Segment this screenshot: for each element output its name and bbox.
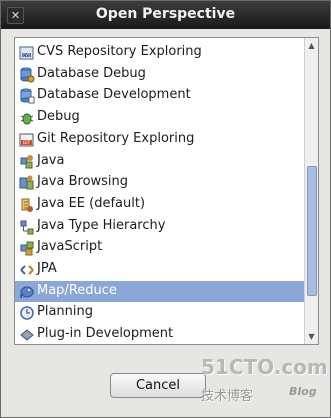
perspective-item-label: Map/Reduce <box>37 282 117 298</box>
vertical-scrollbar[interactable]: ▲ ▼ <box>304 38 318 344</box>
perspective-item[interactable]: Java <box>15 151 305 172</box>
cvs-repository-icon: CVS <box>19 45 35 61</box>
perspective-item[interactable]: Java Browsing <box>15 172 305 193</box>
perspective-item-label: JPA <box>37 261 57 276</box>
perspective-item-label: Java Type Hierarchy <box>37 217 166 233</box>
perspective-list[interactable]: CVS CVS Repository Exploring Database Debu… <box>14 37 319 345</box>
java-type-hierarchy-icon <box>19 219 35 235</box>
perspective-item[interactable]: Database Debug <box>15 64 305 85</box>
perspective-item[interactable]: Debug <box>15 107 305 128</box>
perspective-item[interactable]: Planning <box>15 302 305 323</box>
scroll-up-icon[interactable]: ▲ <box>306 40 317 51</box>
java-browsing-icon <box>19 175 35 191</box>
watermark-blog-text: Blog <box>289 385 317 398</box>
title-bar[interactable]: ✕ Open Perspective <box>1 1 330 29</box>
perspective-item-label: Java Browsing <box>37 174 129 190</box>
debug-bug-icon <box>19 110 35 126</box>
perspective-item-label: Planning <box>37 304 93 320</box>
database-development-icon <box>19 88 35 104</box>
cancel-button[interactable]: Cancel <box>110 373 206 398</box>
perspective-item-label: Git Repository Exploring <box>37 130 195 146</box>
perspective-item-label: JavaScript <box>37 239 103 255</box>
perspective-item-label: Plug-in Development <box>37 326 174 342</box>
watermark-sub-text: 技术博客 <box>201 389 254 404</box>
perspective-item[interactable]: Java EE (default) <box>15 194 305 215</box>
perspective-item-label: CVS Repository Exploring <box>37 44 202 59</box>
map-reduce-elephant-icon <box>19 284 35 300</box>
planning-clock-icon <box>19 305 35 321</box>
perspective-item-label: Debug <box>37 109 80 125</box>
git-repository-icon: GIT <box>19 132 35 148</box>
perspective-item[interactable]: Map/Reduce <box>15 280 305 302</box>
perspective-item[interactable]: Java Type Hierarchy <box>15 216 305 237</box>
open-perspective-dialog: ✕ Open Perspective CVS CVS Repository Exp… <box>0 0 331 418</box>
scrollbar-thumb[interactable] <box>307 166 317 296</box>
perspective-item[interactable]: JavaScript <box>15 237 305 258</box>
database-debug-icon <box>19 67 35 83</box>
dialog-title: Open Perspective <box>95 6 236 22</box>
perspective-item[interactable]: JPA <box>15 259 305 280</box>
jpa-icon <box>19 262 35 278</box>
watermark-logo: 51CTO.com 技术博客 Blog <box>201 355 329 411</box>
plugin-development-icon <box>19 327 35 343</box>
perspective-item[interactable]: GIT Git Repository Exploring <box>15 129 305 150</box>
watermark-main-text: 51CTO.com <box>201 355 328 379</box>
perspective-item-label: Java EE (default) <box>37 195 146 211</box>
perspective-item-label: Database Debug <box>37 65 146 81</box>
perspective-item-label: Database Development <box>37 87 191 103</box>
java-ee-icon <box>19 197 35 213</box>
svg-text:CVS: CVS <box>22 53 31 58</box>
scroll-down-icon[interactable]: ▼ <box>306 331 317 342</box>
javascript-icon <box>19 240 35 256</box>
perspective-item[interactable]: Plug-in Development <box>15 324 305 344</box>
perspective-item[interactable]: Database Development <box>15 85 305 106</box>
java-icon <box>19 154 35 170</box>
perspective-item[interactable]: CVS CVS Repository Exploring <box>15 42 305 63</box>
svg-text:GIT: GIT <box>23 140 31 146</box>
perspective-item-label: Java <box>37 152 65 168</box>
